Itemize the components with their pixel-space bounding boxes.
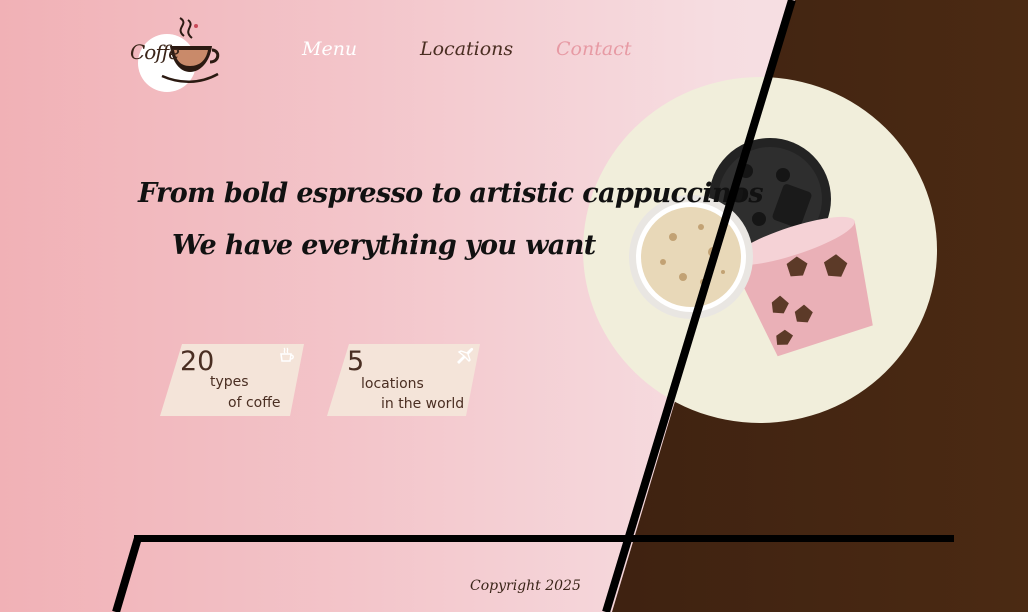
diagonal-divider-line — [112, 0, 796, 612]
footer-divider-bar — [134, 535, 954, 542]
